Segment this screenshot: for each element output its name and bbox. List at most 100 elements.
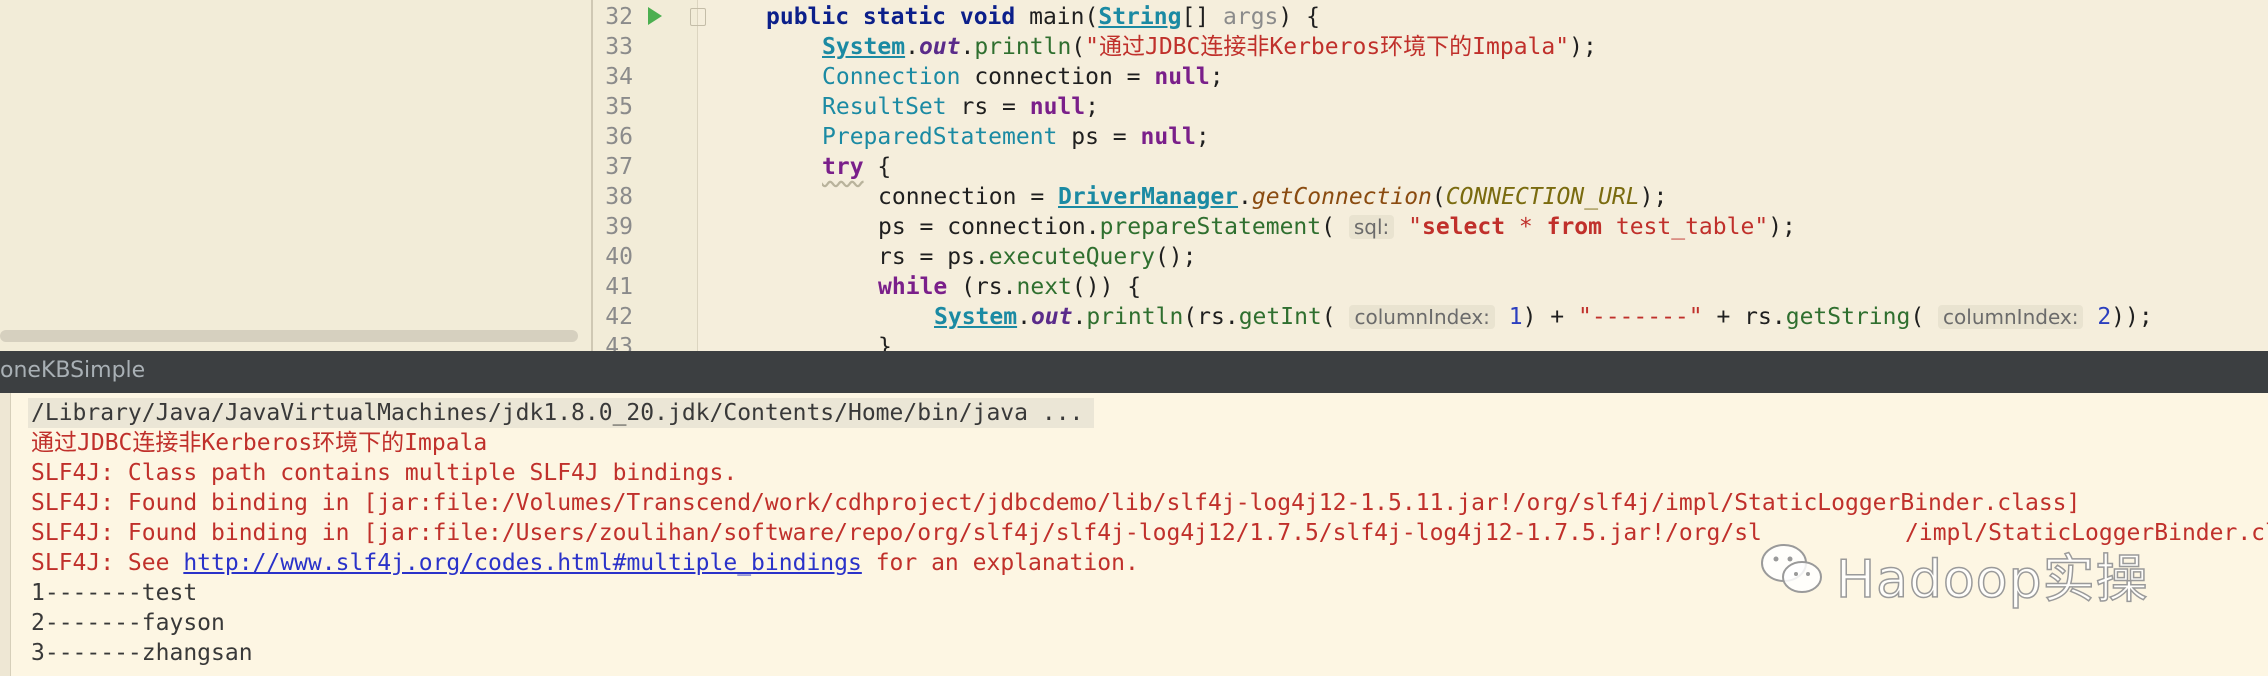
code-text: (); — [1154, 244, 1197, 270]
code-text: } — [878, 334, 892, 351]
parameter-hint: columnIndex: — [1349, 305, 1495, 329]
code-text: ( — [1084, 4, 1099, 30]
code-editor[interactable]: public static void main(String[] args) {… — [698, 0, 2268, 351]
code-line-34: Connection connection = null; — [822, 62, 1224, 92]
code-text: ( — [1910, 304, 1939, 330]
class-name: DriverManager — [1058, 184, 1239, 210]
console-line: SLF4J: See http://www.slf4j.org/codes.ht… — [31, 548, 1139, 578]
code-line-37: try { — [822, 152, 891, 182]
run-icon[interactable] — [648, 7, 662, 25]
code-text: ( — [1431, 184, 1446, 210]
line-number: 37 — [605, 154, 633, 180]
code-text: { — [863, 154, 892, 180]
method-call: println — [974, 34, 1072, 60]
line-number: 42 — [605, 304, 633, 330]
console-line: SLF4J: Found binding in [jar:file:/Volum… — [31, 490, 2081, 516]
method-name: main — [1029, 4, 1085, 30]
code-line-41: while (rs.next()) { — [878, 272, 1141, 302]
code-text: connection = — [878, 184, 1059, 210]
code-text: . — [1072, 304, 1087, 330]
string-literal: " — [1408, 214, 1422, 240]
code-text: ( — [1321, 214, 1349, 240]
method-call: next — [1016, 274, 1072, 300]
console-line: SLF4J: Class path contains multiple SLF4… — [31, 460, 738, 486]
code-text: ps = — [1057, 124, 1141, 150]
code-text: ); — [1569, 34, 1597, 60]
console-toolbar — [0, 393, 11, 676]
keyword: try — [822, 154, 864, 180]
console-text: for an explanation. — [861, 550, 1139, 576]
slf4j-link[interactable]: http://www.slf4j.org/codes.html#multiple… — [183, 550, 862, 576]
method-call: getString — [1785, 304, 1911, 330]
type-name: PreparedStatement — [822, 124, 1058, 150]
line-number: 40 — [605, 244, 633, 270]
code-text: ()) { — [1071, 274, 1142, 300]
type-name: String — [1098, 4, 1182, 30]
keyword: while — [878, 274, 948, 300]
parameter-hint: sql: — [1348, 215, 1395, 239]
code-line-43: } — [878, 332, 892, 351]
watermark: Hadoop实操 — [1758, 533, 2198, 611]
code-text: . — [905, 34, 919, 60]
static-field: out — [918, 34, 961, 60]
console-header[interactable]: oneKBSimple — [0, 351, 2268, 393]
number-literal: 1 — [1494, 304, 1523, 330]
console-line: /Library/Java/JavaVirtualMachines/jdk1.8… — [31, 400, 1084, 426]
code-text: )); — [2111, 304, 2153, 330]
static-field: out — [1030, 304, 1073, 330]
code-text: (rs. — [947, 274, 1017, 300]
code-line-33: System.out.println("通过JDBC连接非Kerberos环境下… — [822, 32, 1597, 62]
keyword: null — [1140, 124, 1196, 150]
keyword: null — [1029, 94, 1086, 120]
wechat-icon — [1761, 544, 1822, 593]
project-panel[interactable] — [0, 0, 591, 351]
line-number: 43 — [605, 334, 633, 351]
result-line: 2-------fayson — [31, 610, 225, 636]
string-literal: * — [1505, 214, 1547, 240]
console-text: SLF4J: See — [31, 550, 184, 576]
result-line: 3-------zhangsan — [31, 640, 253, 666]
code-text: . — [1017, 304, 1031, 330]
type-name: Connection — [822, 64, 961, 90]
method-call: getConnection — [1251, 184, 1432, 210]
sql-keyword: from — [1546, 214, 1602, 240]
param-name: args — [1223, 4, 1279, 30]
code-text: ) { — [1278, 4, 1320, 30]
method-call: prepareStatement — [1099, 214, 1322, 240]
line-number: 32 — [605, 4, 633, 30]
watermark-text: Hadoop实操 — [1835, 549, 2149, 611]
code-text: rs = — [946, 94, 1030, 120]
string-literal: "-------" — [1578, 304, 1703, 330]
method-call: println — [1086, 304, 1184, 330]
keyword: public static void — [766, 4, 1030, 30]
console-line: SLF4J: Found binding in [jar:file:/Users… — [31, 520, 1762, 546]
number-literal: 2 — [2083, 304, 2112, 330]
code-text: ); — [1639, 184, 1668, 210]
code-text: ) + — [1522, 304, 1578, 330]
code-line-42: System.out.println(rs.getInt( columnInde… — [934, 302, 2153, 332]
line-number: 33 — [605, 34, 633, 60]
string-literal: "通过JDBC连接非Kerberos环境下的Impala" — [1085, 34, 1570, 60]
class-name: System — [822, 34, 906, 60]
string-literal: test_table — [1602, 214, 1755, 240]
code-text: + rs. — [1702, 304, 1786, 330]
run-config-title[interactable]: oneKBSimple — [0, 358, 145, 383]
project-panel-scrollbar[interactable] — [0, 330, 578, 342]
keyword: null — [1154, 64, 1210, 90]
code-text: . — [960, 34, 975, 60]
string-literal: " — [1754, 214, 1769, 240]
line-number: 36 — [605, 124, 633, 150]
line-number: 39 — [605, 214, 633, 240]
code-text: rs = ps. — [878, 244, 989, 270]
parameter-hint: columnIndex: — [1938, 305, 2084, 329]
line-number: 34 — [605, 64, 633, 90]
code-line-32: public static void main(String[] args) { — [766, 2, 1320, 32]
sql-keyword: select — [1421, 214, 1506, 240]
result-line: 1-------test — [31, 580, 198, 606]
code-text: [] — [1181, 4, 1223, 30]
code-line-36: PreparedStatement ps = null; — [822, 122, 1210, 152]
code-text: connection = — [960, 64, 1155, 90]
code-line-40: rs = ps.executeQuery(); — [878, 242, 1197, 272]
code-text: ); — [1768, 214, 1796, 240]
console-line: 通过JDBC连接非Kerberos环境下的Impala — [31, 430, 488, 456]
